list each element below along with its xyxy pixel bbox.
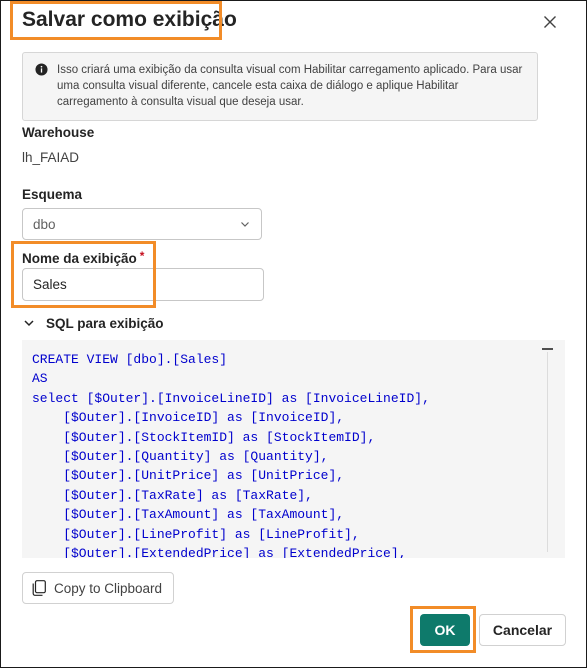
- warehouse-value: lh_FAIAD: [22, 150, 80, 165]
- close-button[interactable]: [538, 10, 562, 34]
- chevron-down-icon: [24, 320, 34, 327]
- cancel-button[interactable]: Cancelar: [479, 614, 566, 646]
- schema-label: Esquema: [22, 187, 83, 202]
- sql-line: [$Outer].[UnitPrice] as [UnitPrice],: [32, 468, 345, 484]
- sql-line: [$Outer].[InvoiceID] as [InvoiceID],: [32, 410, 345, 426]
- sql-line: CREATE VIEW [dbo].[Sales]: [32, 352, 228, 367]
- warehouse-label: Warehouse: [22, 125, 95, 140]
- dialog-title: Salvar como exibição: [22, 8, 237, 31]
- scrollbar-thumb[interactable]: [542, 348, 553, 350]
- sql-line: select [$Outer].[InvoiceLineID] as [Invo…: [32, 390, 430, 406]
- copy-icon: [32, 580, 46, 596]
- info-text: Isso criará uma exibição da consulta vis…: [57, 64, 523, 108]
- sql-line: AS: [32, 371, 48, 387]
- code-scrollbar[interactable]: [542, 348, 554, 552]
- copy-button-label: Copy to Clipboard: [54, 580, 163, 596]
- sql-line: [$Outer].[StockItemID] as [StockItemID],: [32, 429, 376, 445]
- view-name-label-text: Nome da exibição: [22, 251, 137, 266]
- scrollbar-track: [547, 352, 548, 552]
- sql-line: [$Outer].[Quantity] as [Quantity],: [32, 449, 329, 465]
- info-message: Isso criará uma exibição da consulta vis…: [22, 52, 538, 121]
- required-mark: *: [139, 249, 145, 263]
- schema-selected-value: dbo: [33, 216, 56, 232]
- sql-section-label: SQL para exibição: [46, 315, 164, 331]
- ok-button[interactable]: OK: [420, 614, 470, 646]
- view-name-input[interactable]: [22, 268, 264, 301]
- chevron-down-icon: [241, 222, 249, 227]
- info-icon: [35, 63, 48, 76]
- sql-section-toggle[interactable]: SQL para exibição: [22, 314, 164, 332]
- sql-line: [$Outer].[TaxRate] as [TaxRate],: [32, 487, 313, 503]
- sql-code: CREATE VIEW [dbo].[Sales] AS select [$Oute…: [32, 350, 430, 558]
- copy-to-clipboard-button[interactable]: Copy to Clipboard: [22, 572, 174, 604]
- sql-line: [$Outer].[ExtendedPrice] as [ExtendedPri…: [32, 546, 407, 558]
- sql-code-editor[interactable]: CREATE VIEW [dbo].[Sales] AS select [$Oute…: [22, 340, 565, 558]
- schema-dropdown[interactable]: dbo: [22, 208, 262, 240]
- sql-line: [$Outer].[LineProfit] as [LineProfit],: [32, 526, 360, 542]
- view-name-label: Nome da exibição *: [22, 249, 145, 266]
- sql-line: [$Outer].[TaxAmount] as [TaxAmount],: [32, 507, 345, 523]
- close-icon: [544, 16, 556, 28]
